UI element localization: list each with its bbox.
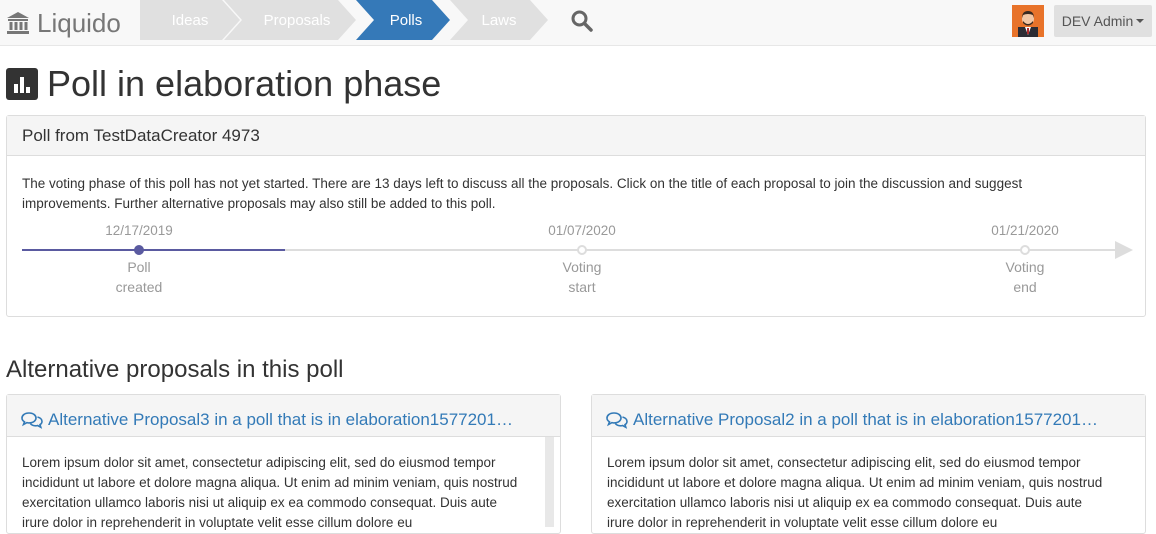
poll-panel: Poll from TestDataCreator 4973 The votin… bbox=[6, 115, 1146, 317]
bar-chart-icon bbox=[6, 68, 38, 100]
proposal-card: Alternative Proposal3 in a poll that is … bbox=[6, 394, 561, 534]
proposal-description: Lorem ipsum dolor sit amet, consectetur … bbox=[22, 455, 518, 530]
arrow-right-icon bbox=[1115, 241, 1133, 259]
timeline-label-voting-end: Voting end bbox=[975, 257, 1075, 297]
timeline-label-line: Voting bbox=[1005, 259, 1045, 275]
timeline-dot-voting-start bbox=[577, 245, 587, 255]
avatar[interactable] bbox=[1012, 5, 1044, 37]
proposal-heading: Alternative Proposal2 in a poll that is … bbox=[592, 395, 1145, 437]
tab-laws[interactable]: Laws bbox=[450, 0, 548, 40]
avatar-image bbox=[1012, 5, 1044, 37]
scrollbar[interactable] bbox=[545, 437, 554, 527]
timeline-date-voting-end: 01/21/2020 bbox=[991, 223, 1059, 238]
tab-ideas-label: Ideas bbox=[171, 11, 209, 29]
caret-down-icon bbox=[1136, 19, 1145, 23]
tab-proposals-label: Proposals bbox=[263, 11, 331, 29]
search-button[interactable] bbox=[570, 9, 594, 33]
timeline-label-line: created bbox=[115, 279, 163, 295]
section-title: Alternative proposals in this poll bbox=[6, 356, 344, 383]
comments-icon bbox=[21, 412, 43, 429]
timeline-progress bbox=[22, 249, 285, 251]
proposal-heading: Alternative Proposal3 in a poll that is … bbox=[7, 395, 560, 437]
timeline-label-line: end bbox=[1013, 279, 1037, 295]
timeline-label-line: Voting bbox=[562, 259, 602, 275]
tab-proposals[interactable]: Proposals bbox=[224, 0, 356, 40]
proposal-card: Alternative Proposal2 in a poll that is … bbox=[591, 394, 1146, 534]
timeline-label-line: start bbox=[568, 279, 596, 295]
brand-link[interactable]: Liquido bbox=[6, 8, 121, 38]
comments-icon bbox=[606, 412, 628, 429]
page-header: Poll in elaboration phase bbox=[6, 62, 441, 106]
timeline-date-created: 12/17/2019 bbox=[105, 223, 173, 238]
poll-heading: Poll from TestDataCreator 4973 bbox=[7, 116, 1145, 156]
poll-description: The voting phase of this poll has not ye… bbox=[22, 176, 1023, 211]
proposal-description: Lorem ipsum dolor sit amet, consectetur … bbox=[607, 455, 1103, 530]
brand-name: Liquido bbox=[37, 7, 121, 38]
timeline-dot-created bbox=[134, 245, 144, 255]
timeline-dot-voting-end bbox=[1020, 245, 1030, 255]
user-menu-button[interactable]: DEV Admin bbox=[1054, 5, 1152, 37]
user-name: DEV Admin bbox=[1061, 13, 1134, 29]
tab-laws-label: Laws bbox=[481, 11, 517, 29]
timeline-label-line: Poll bbox=[127, 259, 151, 275]
tab-polls-label: Polls bbox=[389, 11, 423, 29]
tab-polls[interactable]: Polls bbox=[356, 0, 450, 40]
bank-icon bbox=[7, 12, 29, 34]
proposal-title-link[interactable]: Alternative Proposal2 in a poll that is … bbox=[633, 410, 1098, 430]
timeline-date-voting-start: 01/07/2020 bbox=[548, 223, 616, 238]
search-icon bbox=[571, 10, 593, 32]
page-title: Poll in elaboration phase bbox=[47, 63, 442, 104]
timeline-label-voting-start: Voting start bbox=[532, 257, 632, 297]
timeline-label-created: Poll created bbox=[89, 257, 189, 297]
navbar: Liquido Ideas Proposals Polls Laws DEV A… bbox=[0, 0, 1156, 46]
proposal-title-link[interactable]: Alternative Proposal3 in a poll that is … bbox=[48, 410, 513, 430]
poll-timeline: 12/17/2019 Poll created 01/07/2020 Votin… bbox=[22, 221, 1134, 301]
